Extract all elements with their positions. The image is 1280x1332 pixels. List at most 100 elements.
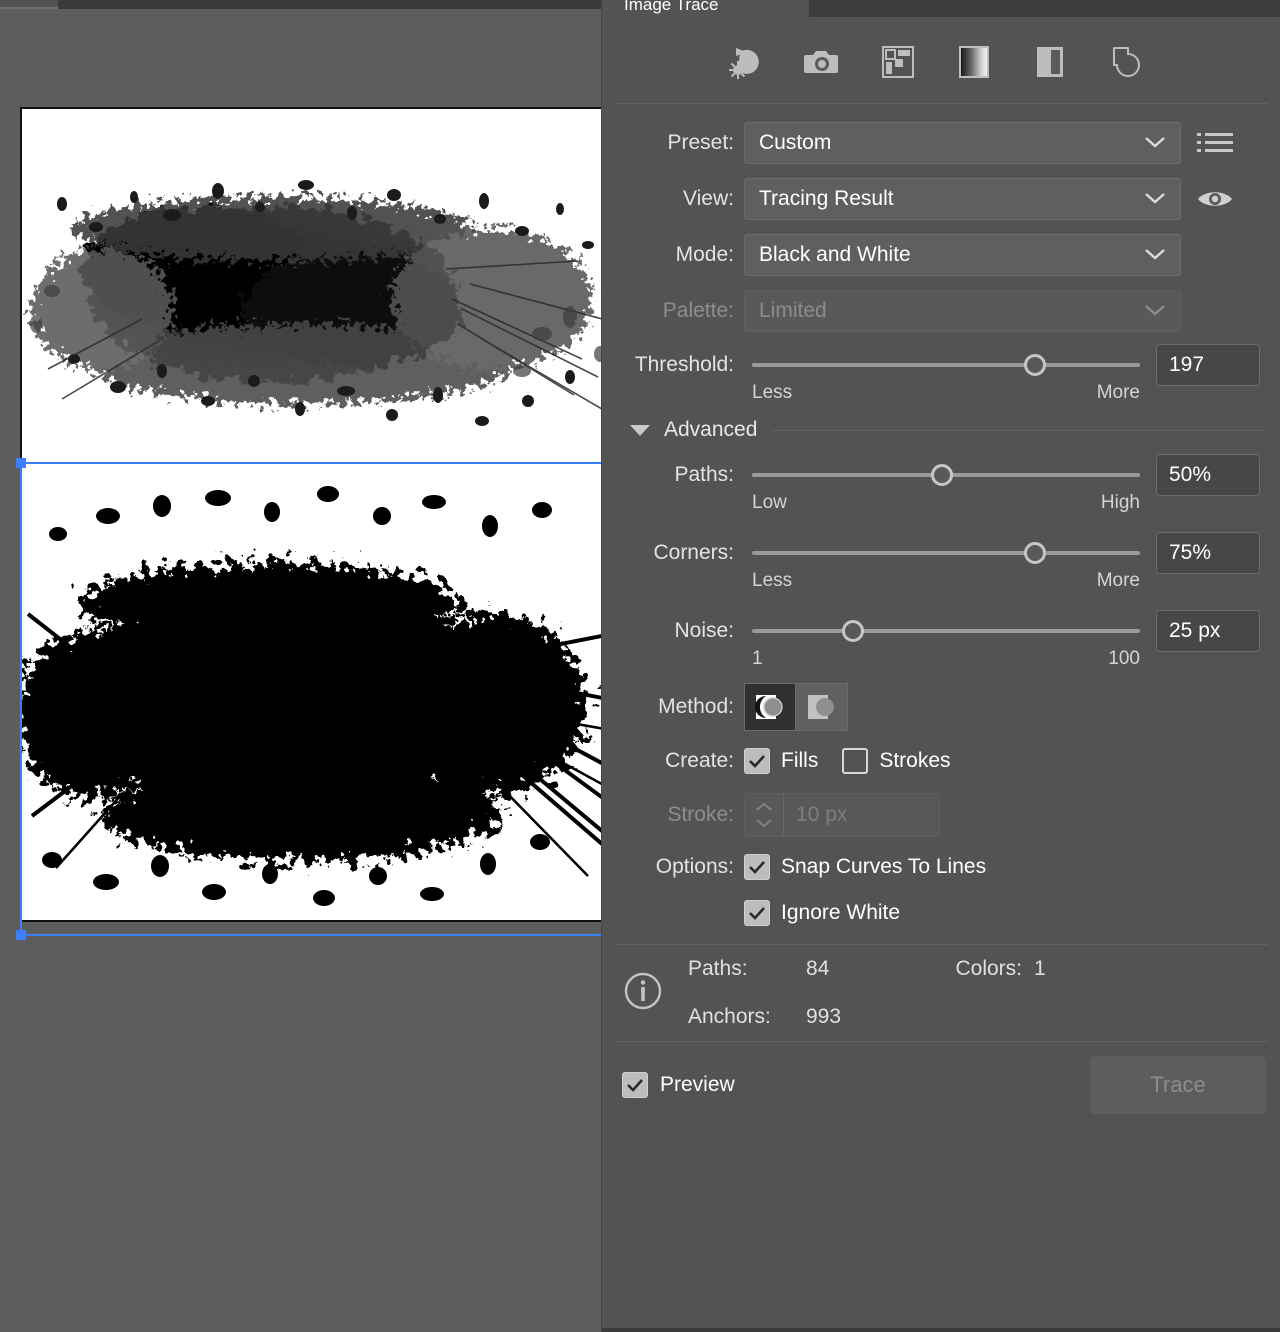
info-anchors-value: 993 <box>806 1005 842 1028</box>
preset-select[interactable]: Custom <box>744 122 1181 164</box>
canvas-top-strip <box>0 0 601 9</box>
ignore-white-label: Ignore White <box>781 901 901 924</box>
outline-icon[interactable] <box>1106 42 1146 82</box>
view-value: Tracing Result <box>759 187 894 210</box>
document-tab[interactable] <box>0 0 58 9</box>
threshold-label: Threshold: <box>634 353 734 376</box>
create-label: Create: <box>665 749 734 772</box>
preset-row: Preset: Custom <box>602 120 1280 166</box>
fills-checkbox[interactable] <box>744 748 770 774</box>
palette-value: Limited <box>759 299 827 322</box>
chevron-down-icon <box>1144 187 1166 211</box>
preset-value: Custom <box>759 131 832 154</box>
noise-slider[interactable] <box>752 610 1140 652</box>
list-menu-icon <box>1197 133 1233 152</box>
snap-curves-checkbox[interactable] <box>744 854 770 880</box>
chevron-down-icon <box>1144 131 1166 155</box>
source-image <box>22 109 601 464</box>
paths-slider[interactable] <box>752 454 1140 496</box>
threshold-knob[interactable] <box>1024 354 1047 376</box>
noise-track <box>752 629 1140 633</box>
image-trace-panel: Image Trace Preset: Custom View: Tracing… <box>601 0 1280 1332</box>
view-select[interactable]: Tracing Result <box>744 178 1181 220</box>
black-and-white-icon[interactable] <box>1030 42 1070 82</box>
info-anchors-key: Anchors: <box>688 1005 771 1028</box>
overlapping-method-icon <box>807 695 834 719</box>
corners-slider[interactable] <box>752 532 1140 574</box>
corners-knob[interactable] <box>1024 542 1047 564</box>
snap-option: Snap Curves To Lines <box>744 854 1010 880</box>
create-options: Fills Strokes <box>744 748 975 774</box>
tab-inactive-area[interactable] <box>809 0 1280 17</box>
low-color-icon[interactable] <box>878 42 918 82</box>
paths-label: Paths: <box>674 463 734 486</box>
view-label: View: <box>683 187 734 210</box>
options-row-snap: Options: Snap Curves To Lines <box>602 846 1280 888</box>
mode-row: Mode: Black and White <box>602 232 1280 278</box>
method-button-group <box>744 683 848 731</box>
document-canvas[interactable] <box>0 0 601 1332</box>
info-colors-key: Colors: <box>955 957 1022 980</box>
info-row-anchors: Anchors: 993 <box>688 993 1280 1041</box>
fills-label: Fills <box>781 749 819 772</box>
trace-info: Paths: 84 Colors: 1 Anchors: 993 <box>602 945 1280 1041</box>
view-row: View: Tracing Result <box>602 176 1280 222</box>
strokes-checkbox[interactable] <box>842 748 869 774</box>
tab-image-trace[interactable]: Image Trace <box>602 0 807 20</box>
chevron-down-icon <box>756 819 772 828</box>
info-paths-value: 84 <box>806 957 830 980</box>
palette-row: Palette: Limited <box>602 288 1280 334</box>
artboard[interactable] <box>20 107 601 922</box>
grayscale-icon[interactable] <box>954 42 994 82</box>
preset-menu-button[interactable] <box>1195 130 1235 156</box>
abutting-method-icon <box>755 695 783 719</box>
mode-select[interactable]: Black and White <box>744 234 1181 276</box>
preview-checkbox[interactable] <box>622 1072 648 1098</box>
create-row: Create: Fills Strokes <box>602 738 1280 784</box>
threshold-track <box>752 363 1140 367</box>
stroke-stepper-arrows <box>745 794 784 836</box>
info-row-paths: Paths: 84 Colors: 1 <box>688 945 1280 993</box>
eye-icon <box>1198 192 1232 206</box>
advanced-section-header[interactable]: Advanced <box>602 408 1280 452</box>
chevron-down-icon <box>1144 243 1166 267</box>
palette-select: Limited <box>744 290 1181 332</box>
selection-handle-bottom-left[interactable] <box>16 930 26 940</box>
palette-label: Palette: <box>662 299 734 322</box>
method-row: Method: <box>602 683 1280 731</box>
chevron-up-icon <box>756 802 772 811</box>
panel-tab-bar: Image Trace <box>602 0 1280 20</box>
auto-color-icon[interactable] <box>726 42 766 82</box>
corners-label: Corners: <box>653 541 734 564</box>
mode-value: Black and White <box>759 243 911 266</box>
stroke-value: 10 px <box>796 803 848 826</box>
preset-icon-row <box>602 20 1280 103</box>
noise-input[interactable]: 25 px <box>1156 610 1260 652</box>
traced-result-image <box>22 464 601 920</box>
strokes-label: Strokes <box>879 749 951 772</box>
paths-knob[interactable] <box>931 464 954 486</box>
noise-label: Noise: <box>674 619 734 642</box>
trace-button[interactable]: Trace <box>1090 1056 1266 1114</box>
control-rows: Preset: Custom View: Tracing Result Mode… <box>602 120 1280 938</box>
overlapping-method-button[interactable] <box>796 683 848 731</box>
info-colors-value: 1 <box>1034 957 1046 980</box>
corners-input[interactable]: 75% <box>1156 532 1260 574</box>
high-color-camera-icon[interactable] <box>802 42 842 82</box>
options-row-ignore-white: Ignore White <box>602 888 1280 938</box>
preset-label: Preset: <box>667 131 734 154</box>
ignore-white-checkbox[interactable] <box>744 900 770 926</box>
selection-handle-top-left[interactable] <box>16 458 26 468</box>
chevron-down-icon <box>1144 299 1166 323</box>
panel-divider-top <box>614 103 1268 104</box>
paths-input[interactable]: 50% <box>1156 454 1260 496</box>
chevron-down-icon[interactable] <box>630 424 650 436</box>
noise-knob[interactable] <box>841 620 864 642</box>
threshold-input[interactable]: 197 <box>1156 344 1260 386</box>
abutting-method-button[interactable] <box>744 683 796 731</box>
method-label: Method: <box>658 695 734 718</box>
threshold-slider[interactable] <box>752 344 1140 386</box>
preview-label: Preview <box>660 1073 735 1096</box>
view-preview-toggle[interactable] <box>1195 186 1235 212</box>
stroke-row: Stroke: 10 px <box>602 792 1280 838</box>
